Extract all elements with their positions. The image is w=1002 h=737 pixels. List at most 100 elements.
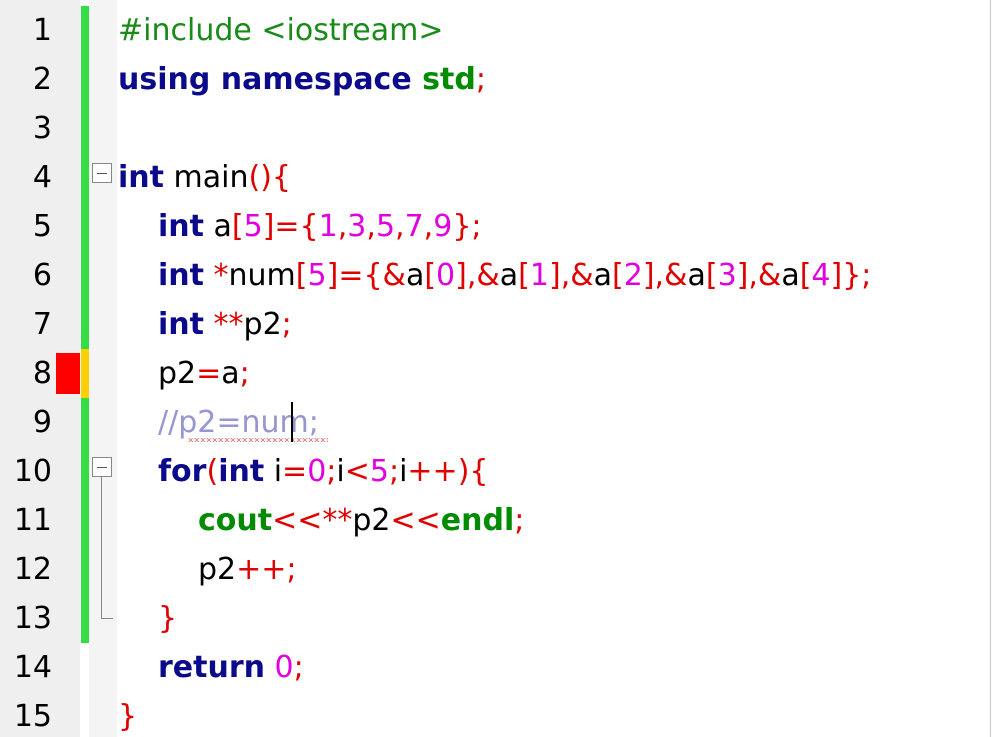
code-token: a [593,258,613,293]
code-token: a [687,258,706,293]
code-token: }; [452,209,482,244]
line-number[interactable]: 5 [0,202,52,251]
code-token: a [499,258,519,293]
code-token: ; [475,62,486,97]
code-token: ** [203,307,244,342]
code-token: [ [231,209,244,244]
change-marker [81,153,89,202]
code-token: int [158,307,204,342]
code-line[interactable]: using namespace std; [118,55,486,104]
line-number[interactable]: 12 [0,545,52,594]
code-line[interactable]: int **p2; [158,300,292,349]
code-token: 3 [717,258,737,293]
code-token: ],& [642,258,688,293]
change-marker [81,594,89,643]
code-editor[interactable]: 1 #include <iostream> 2 using namespace std… [0,0,1002,737]
code-token: ]={& [326,258,406,293]
code-line[interactable]: } [118,692,137,737]
fold-margin[interactable] [89,0,117,737]
code-line[interactable]: cout<<**p2<<endl; [198,496,524,545]
code-token: ++){ [407,454,489,489]
fold-toggle-icon[interactable] [92,163,112,183]
spellcheck-underline [188,438,328,442]
code-token: p2 [158,356,197,391]
code-token: ; [281,307,292,342]
line-number[interactable]: 13 [0,594,52,643]
line-number[interactable]: 14 [0,643,52,692]
change-marker [81,202,89,251]
code-line[interactable]: for(int i=0;i<5;i++){ [158,447,489,496]
code-token: #include <iostream> [118,13,444,48]
fold-end-marker [101,618,113,619]
code-token: ; [388,454,400,489]
code-token: , [366,209,376,244]
code-token: [ [424,258,437,293]
code-token: 5 [375,209,396,244]
code-token: 0 [307,454,327,489]
code-token: main [163,160,249,195]
code-token: << [390,503,441,538]
code-token: ]}; [830,258,872,293]
code-line[interactable]: p2++; [198,545,297,594]
code-token: 5 [307,258,327,293]
code-token: int [158,258,204,293]
code-token: i [336,454,345,489]
code-token: 7 [404,209,424,244]
change-marker [81,104,89,153]
code-token: 2 [623,258,643,293]
code-token: 5 [369,454,389,489]
line-number[interactable]: 6 [0,251,52,300]
code-token: int [158,209,204,244]
line-number[interactable]: 1 [0,6,52,55]
fold-range-line [101,477,102,618]
code-line[interactable]: return 0; [158,643,304,692]
line-number[interactable]: 2 [0,55,52,104]
line-number[interactable]: 8 [0,349,52,398]
code-line[interactable]: #include <iostream> [118,6,443,55]
code-token: , [423,209,434,244]
change-marker [81,447,89,496]
change-marker [81,545,89,594]
code-token: [ [799,258,812,293]
line-number[interactable]: 4 [0,153,52,202]
code-token: ( [206,454,219,489]
line-number[interactable]: 15 [0,692,52,737]
line-number[interactable]: 11 [0,496,52,545]
code-token: 1 [318,209,338,244]
line-number[interactable]: 9 [0,398,52,447]
code-token: = [282,454,308,489]
code-token: ; [326,454,337,489]
code-line[interactable]: int *num[5]={&a[0],&a[1],&a[2],&a[3],&a[… [158,251,871,300]
code-token: [ [612,258,624,293]
line-number[interactable]: 10 [0,447,52,496]
line-number[interactable]: 7 [0,300,52,349]
code-token: , [337,209,348,244]
change-marker [81,398,89,447]
line-number[interactable]: 3 [0,104,52,153]
code-token: <<** [272,503,353,538]
code-token: } [158,601,178,636]
code-token: cout [198,503,273,538]
code-token: ],& [455,258,500,293]
code-token: , [395,209,405,244]
right-margin-line [990,0,991,737]
code-token: return [158,650,265,685]
code-line[interactable]: int a[5]={1,3,5,7,9}; [158,202,482,251]
change-marker [81,300,89,349]
code-token: [ [705,258,718,293]
fold-toggle-icon[interactable] [92,457,112,477]
text-caret [291,402,293,442]
code-token: a [221,356,240,391]
code-line[interactable]: p2=a; [158,349,250,398]
code-token: ; [293,650,304,685]
code-token: std [422,62,476,97]
breakpoint-marker[interactable] [56,353,80,394]
code-token: 1 [529,258,549,293]
code-line[interactable]: } [158,594,177,643]
code-line[interactable]: int main(){ [118,153,291,202]
code-token: 0 [436,258,456,293]
code-token: endl [440,503,515,538]
code-token: 0 [274,650,294,685]
code-token: ],& [548,258,594,293]
